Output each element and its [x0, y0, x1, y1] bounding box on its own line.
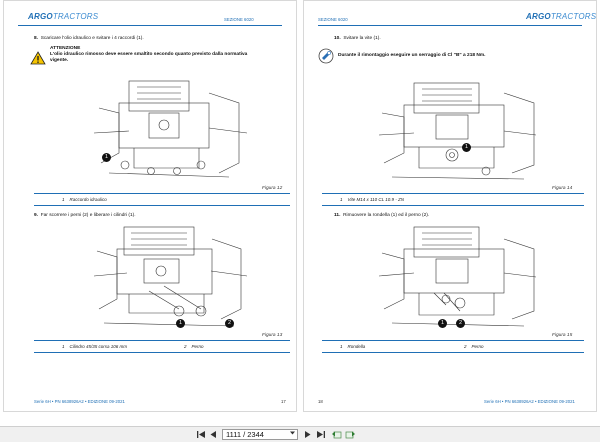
legend-label: Perno	[191, 344, 204, 349]
callout-1: 1	[176, 319, 185, 328]
logo-main-text: ARGO	[28, 12, 53, 21]
last-page-icon[interactable]	[316, 429, 326, 440]
callout-1: 1	[102, 153, 111, 162]
warning-text: L'olio idraulico rimosso deve essere sma…	[50, 52, 290, 64]
callout-1: 1	[462, 143, 471, 152]
callout-2: 2	[225, 319, 234, 328]
prev-page-icon[interactable]	[209, 429, 218, 440]
step-9: 9. Far scorrere i perni (2) e liberare i…	[34, 213, 136, 218]
step-text: Scaricare l'olio idraulico e svitare i 4…	[40, 36, 144, 41]
figure-13-illustration: 1 2	[89, 221, 249, 333]
step-text: Svitare la vite (1).	[343, 36, 381, 41]
legend-item: 2 Perno	[464, 344, 484, 349]
logo-sub-text: TRACTORS	[52, 12, 99, 21]
figure-15-illustration: 1 2	[374, 221, 539, 333]
legend-item: 1 Cilindro 45/35 corsa 106 mm	[62, 344, 127, 349]
figure-12-illustration: 1	[89, 73, 249, 185]
legend-item: 1 Vite M14 x 110 CL 10.9 - ZN	[340, 197, 404, 202]
step-11: 11. Rimuovere la rondella (1) ed il pern…	[334, 213, 429, 218]
legend-number: 2	[464, 344, 467, 349]
document-viewer: ARGOTRACTORS SEZIONE 6020 8. Scaricare l…	[0, 0, 600, 426]
step-number: 11.	[334, 213, 341, 218]
legend-number: 1	[62, 344, 65, 349]
argo-tractors-logo: ARGOTRACTORS	[526, 12, 596, 21]
legend-rule-bottom	[34, 352, 290, 353]
figure-14-caption: Figura 14	[552, 186, 573, 191]
page-dropdown-icon[interactable]	[289, 430, 296, 438]
back-icon[interactable]	[331, 429, 342, 440]
section-label: SEZIONE 6020	[224, 17, 254, 22]
logo-sub-text: TRACTORS	[550, 12, 597, 21]
torque-note: Durante il rimontaggio eseguire un serra…	[338, 53, 485, 58]
legend-rule-top	[34, 193, 290, 194]
legend-item: 1 Raccordo idraulico	[62, 197, 107, 202]
legend-label: Rondella	[347, 344, 366, 349]
legend-number: 2	[184, 344, 187, 349]
legend-label: Perno	[471, 344, 484, 349]
page-17: ARGOTRACTORS SEZIONE 6020 8. Scaricare l…	[3, 0, 297, 412]
legend-number: 1	[340, 344, 343, 349]
legend-label: Vite M14 x 110 CL 10.9 - ZN	[347, 197, 405, 202]
warning-title: ATTENZIONE	[50, 46, 81, 51]
page-18: SEZIONE 6020 ARGOTRACTORS 10. Svitare la…	[303, 0, 597, 412]
next-page-icon[interactable]	[303, 429, 312, 440]
legend-item: 1 Rondella	[340, 344, 365, 349]
page-number: 17	[281, 399, 286, 404]
torque-wrench-icon	[318, 48, 334, 69]
page-number: 18	[318, 399, 323, 404]
legend-label: Cilindro 45/35 corsa 106 mm	[69, 344, 128, 349]
step-text: Far scorrere i perni (2) e liberare i ci…	[40, 213, 136, 218]
legend-label: Raccordo idraulico	[69, 197, 107, 202]
legend-number: 1	[340, 197, 343, 202]
step-text: Rimuovere la rondella (1) ed il perno (2…	[343, 213, 430, 218]
header-rule	[318, 25, 582, 26]
legend-rule-bottom	[322, 352, 584, 353]
header-rule	[18, 25, 282, 26]
step-number: 9.	[34, 213, 39, 218]
warning-icon	[30, 51, 46, 70]
figure-14-illustration: 1	[374, 73, 539, 185]
legend-rule-top	[34, 340, 290, 341]
first-page-icon[interactable]	[196, 429, 206, 440]
figure-12-caption: Figura 12	[262, 186, 283, 191]
step-number: 10.	[334, 36, 341, 41]
footer-edition: Serie 6H • PN 6638926A2 • EDIZIONE 09-20…	[484, 399, 575, 404]
legend-rule-top	[322, 193, 584, 194]
step-number: 8.	[34, 36, 39, 41]
legend-rule-top	[322, 340, 584, 341]
logo-main-text: ARGO	[526, 12, 551, 21]
page-number-field[interactable]: 1111 / 2344	[222, 429, 298, 440]
torque-note-text: Durante il rimontaggio eseguire un serra…	[338, 53, 486, 58]
warning-line-2: vigente.	[50, 58, 69, 63]
navigation-toolbar: 1111 / 2344	[0, 426, 600, 442]
figure-13-caption: Figura 13	[262, 333, 283, 338]
figure-15-caption: Figura 15	[552, 333, 573, 338]
step-10: 10. Svitare la vite (1).	[334, 36, 381, 41]
step-8: 8. Scaricare l'olio idraulico e svitare …	[34, 36, 144, 41]
legend-item: 2 Perno	[184, 344, 204, 349]
section-label: SEZIONE 6020	[318, 17, 348, 22]
legend-number: 1	[62, 197, 65, 202]
argo-tractors-logo: ARGOTRACTORS	[28, 12, 98, 21]
legend-rule-bottom	[34, 205, 290, 206]
callout-1: 1	[438, 319, 447, 328]
legend-rule-bottom	[322, 205, 584, 206]
forward-icon[interactable]	[345, 429, 356, 440]
callout-2: 2	[456, 319, 465, 328]
footer-edition: Serie 6H • PN 6638926A2 • EDIZIONE 09-20…	[34, 399, 125, 404]
